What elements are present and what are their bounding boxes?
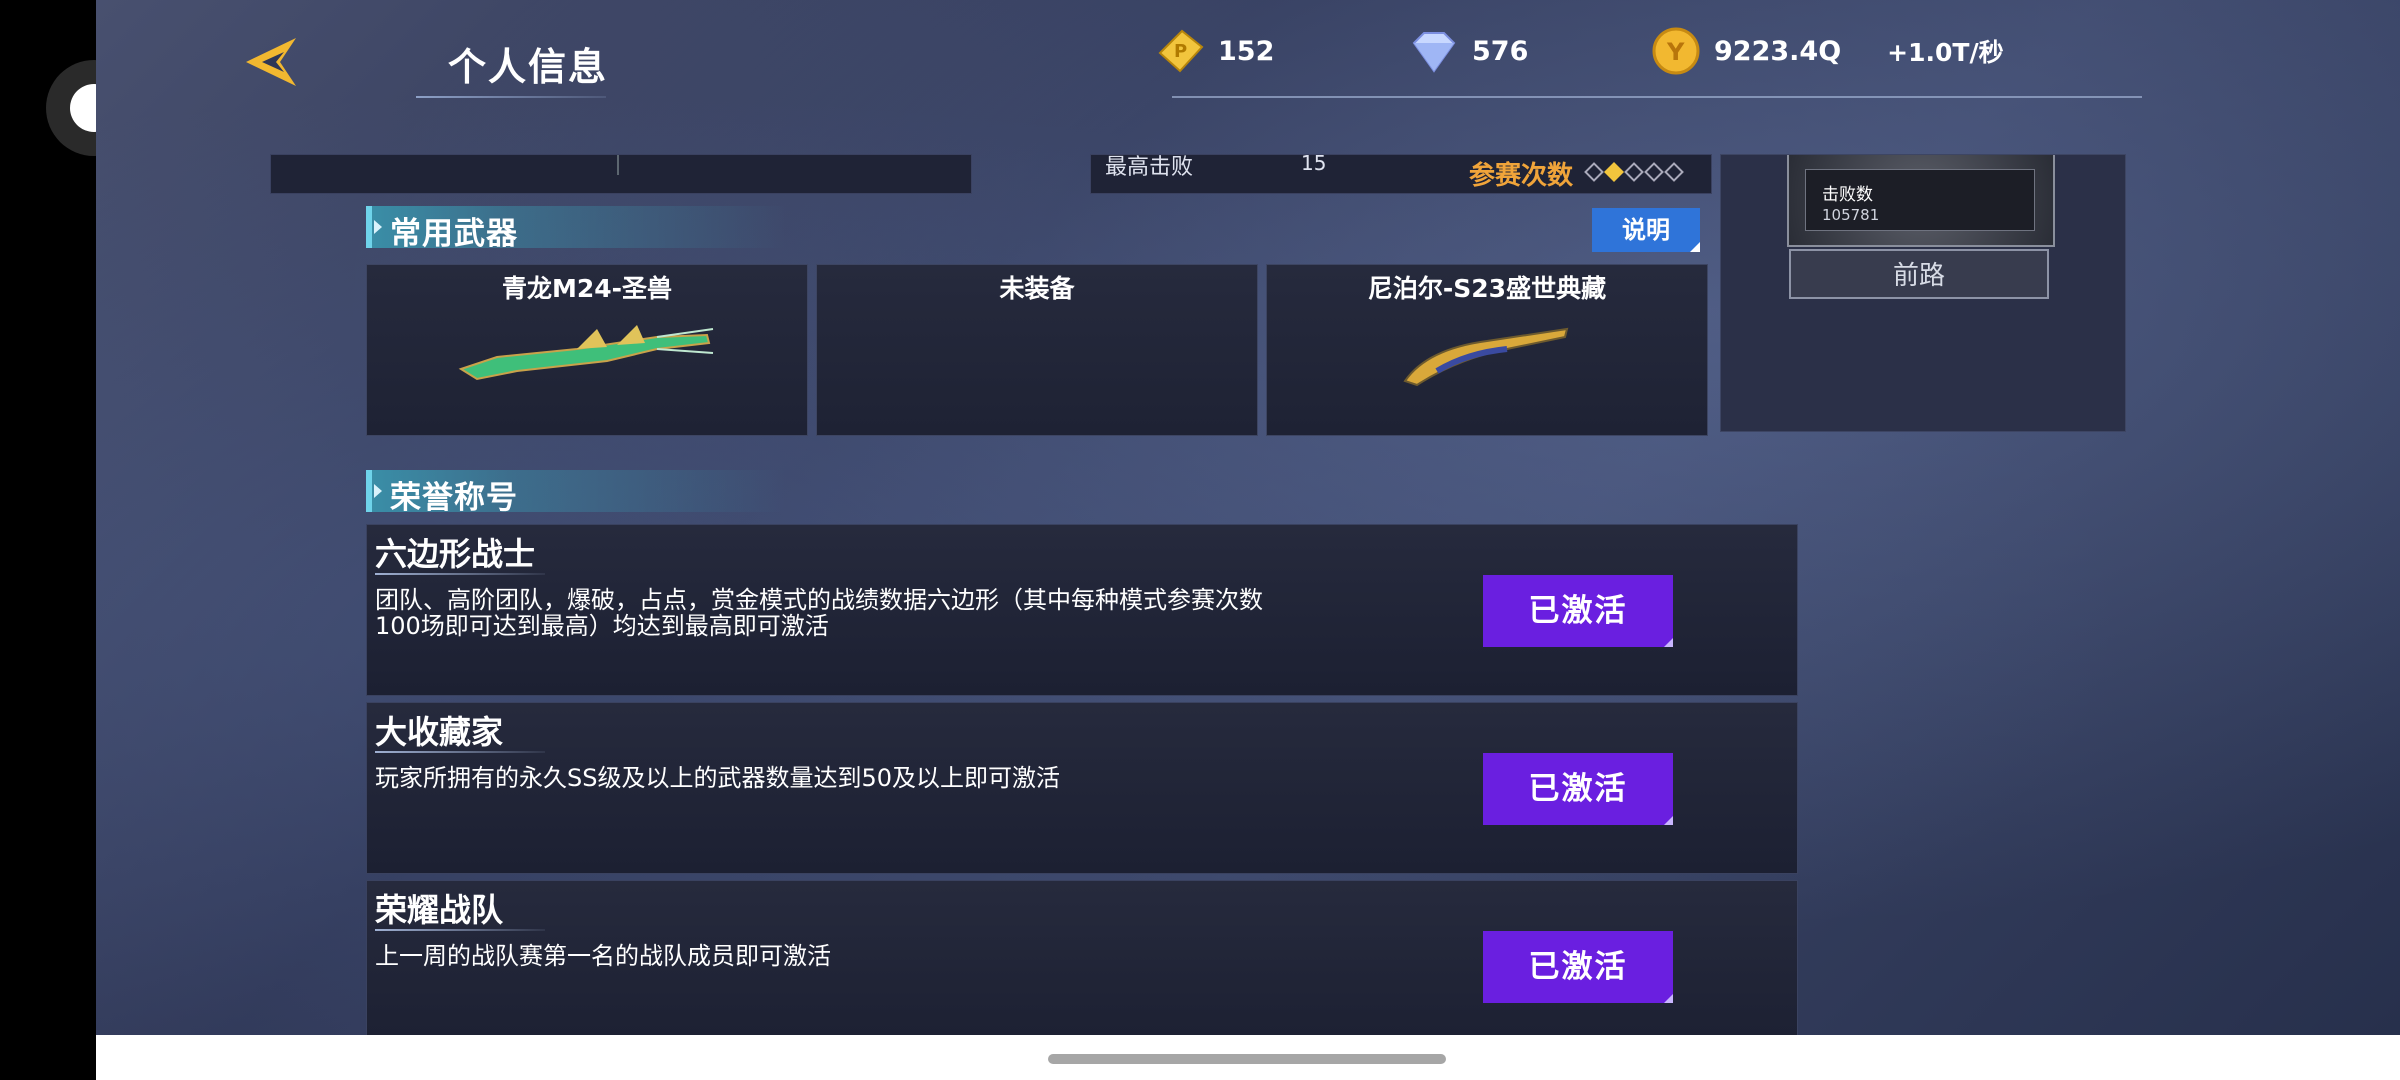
section-arrow-icon — [374, 220, 382, 234]
resource-diamonds: 576 — [1406, 26, 1528, 76]
honor-title: 大收藏家 — [375, 713, 504, 751]
game-screen: 个人信息 P 152 576 Y 9223.4Q +1.0T/秒 最高击败 15… — [96, 0, 2400, 1035]
divider — [617, 155, 619, 175]
kills-label: 击败数 — [1822, 185, 1873, 205]
weapon-card[interactable]: 青龙M24-圣兽 — [366, 264, 808, 436]
activated-button[interactable]: 已激活 — [1483, 931, 1673, 1003]
highest-kills-label: 最高击败 — [1105, 155, 1194, 180]
level-diamond — [1584, 162, 1604, 182]
weapon-name: 青龙M24-圣兽 — [501, 274, 673, 303]
honor-underline — [375, 573, 545, 575]
dragon-sniper-rifle-icon — [458, 325, 714, 381]
weapon-list: 青龙M24-圣兽 未装备 尼泊尔-S23盛世典藏 — [366, 264, 1708, 436]
coins-rate: +1.0T/秒 — [1887, 38, 2004, 67]
honor-description: 玩家所拥有的永久SS级及以上的武器数量达到50及以上即可激活 — [375, 764, 1061, 792]
section-header-honors: 荣誉称号 — [366, 470, 786, 516]
honor-card: 六边形战士 团队、高阶团队，爆破，占点，赏金模式的战绩数据六边形（其中每种模式参… — [366, 524, 1798, 696]
weapon-card[interactable]: 尼泊尔-S23盛世典藏 — [1266, 264, 1708, 436]
page-title: 个人信息 — [448, 45, 609, 89]
svg-text:Y: Y — [1666, 38, 1685, 66]
kills-value: 105781 — [1822, 206, 1880, 224]
highest-kills-value: 15 — [1301, 151, 1327, 175]
explain-button[interactable]: 说明 — [1592, 208, 1700, 252]
matches-label: 参赛次数 — [1469, 161, 1574, 191]
level-diamond — [1604, 162, 1624, 182]
weapon-name: 尼泊尔-S23盛世典藏 — [1367, 274, 1607, 303]
section-title: 常用武器 — [390, 216, 518, 252]
honor-card: 荣耀战队 上一周的战队赛第一名的战队成员即可激活 已激活 — [366, 880, 1798, 1035]
gold-coin-icon: Y — [1648, 23, 1704, 79]
kills-card: 击败数 105781 — [1787, 155, 2055, 247]
back-arrow-icon[interactable] — [240, 32, 300, 92]
level-diamond — [1644, 162, 1664, 182]
kills-box: 击败数 105781 — [1805, 169, 2035, 231]
honor-description: 上一周的战队赛第一名的战队成员即可激活 — [375, 942, 831, 970]
golden-knife-icon — [1403, 327, 1569, 387]
honor-card: 大收藏家 玩家所拥有的永久SS级及以上的武器数量达到50及以上即可激活 已激活 — [366, 702, 1798, 874]
gold-ticket-icon: P — [1152, 23, 1208, 79]
title-underline — [416, 96, 606, 98]
weapon-name: 未装备 — [999, 274, 1075, 303]
honor-description: 团队、高阶团队，爆破，占点，赏金模式的战绩数据六边形（其中每种模式参赛次数100… — [375, 586, 1263, 640]
resource-tickets: P 152 — [1152, 26, 1274, 76]
matches-level-indicator — [1584, 162, 1684, 182]
activated-button[interactable]: 已激活 — [1483, 575, 1673, 647]
resource-coins: Y 9223.4Q +1.0T/秒 — [1648, 26, 2004, 76]
resource-bar-line — [1172, 96, 2142, 98]
level-diamond — [1664, 162, 1684, 182]
coins-value: 9223.4Q — [1714, 35, 1842, 67]
level-diamond — [1624, 162, 1644, 182]
section-header-weapons: 常用武器 — [366, 206, 786, 252]
diamonds-value: 576 — [1472, 35, 1529, 67]
profile-side-panel: 击败数 105781 前路 — [1720, 154, 2126, 432]
honor-underline — [375, 929, 545, 931]
weapon-card-empty[interactable]: 未装备 — [816, 264, 1258, 436]
svg-text:P: P — [1174, 41, 1187, 62]
activated-button[interactable]: 已激活 — [1483, 753, 1673, 825]
honor-title: 六边形战士 — [375, 535, 536, 573]
tickets-value: 152 — [1218, 35, 1275, 67]
section-title: 荣誉称号 — [390, 480, 518, 516]
stats-panel-middle: 最高击败 15 参赛次数 — [1090, 151, 1712, 194]
stats-panel-left — [270, 154, 972, 194]
diamond-icon — [1406, 23, 1462, 79]
honor-underline — [375, 751, 545, 753]
honor-title: 荣耀战队 — [375, 891, 504, 929]
home-indicator[interactable] — [1048, 1054, 1446, 1064]
section-arrow-icon — [374, 484, 382, 498]
path-button[interactable]: 前路 — [1789, 249, 2049, 299]
